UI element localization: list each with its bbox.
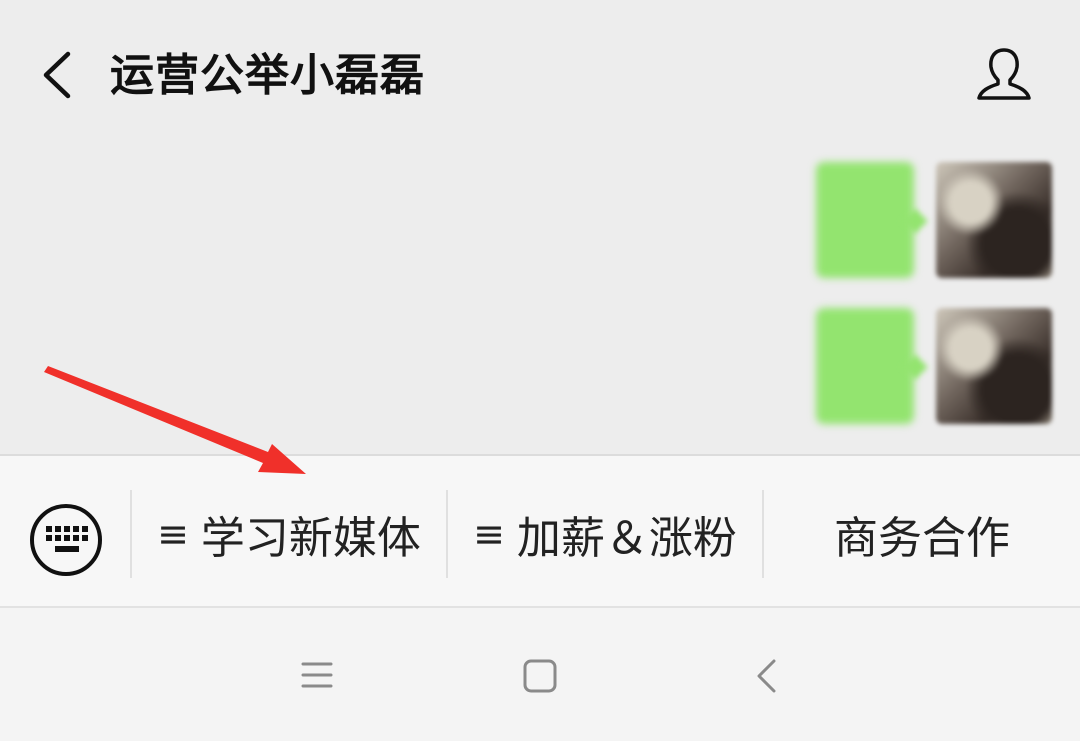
menu-item-label: 商务合作 (834, 513, 1010, 564)
back-chevron-icon[interactable] (754, 658, 780, 694)
avatar[interactable] (936, 308, 1052, 424)
chevron-left-icon[interactable] (38, 50, 74, 100)
chat-title: 运营公举小磊磊 (110, 50, 425, 101)
menu-list-icon: ≡ (473, 512, 505, 556)
home-square-icon[interactable] (522, 658, 558, 694)
official-account-menu-bar: ≡ 学习新媒体 ≡ 加薪＆涨粉 商务合作 (0, 454, 1080, 608)
keyboard-icon[interactable] (28, 502, 104, 578)
menu-item-business[interactable]: 商务合作 (764, 490, 1080, 578)
chat-message-row (0, 308, 1080, 428)
menu-icon[interactable] (300, 658, 334, 692)
menu-item-label: 学习新媒体 (200, 513, 421, 564)
menu-item-label: 加薪＆涨粉 (516, 513, 737, 564)
message-bubble[interactable] (816, 308, 914, 424)
menu-list-icon: ≡ (157, 512, 189, 556)
menu-item-raise-followers[interactable]: ≡ 加薪＆涨粉 (448, 490, 762, 578)
menu-item-learn-new-media[interactable]: ≡ 学习新媒体 (132, 490, 446, 578)
message-bubble[interactable] (816, 162, 914, 278)
chat-header: 运营公举小磊磊 (0, 0, 1080, 150)
chat-message-row (0, 162, 1080, 282)
system-nav-bar (0, 608, 1080, 741)
avatar[interactable] (936, 162, 1052, 278)
chat-area (0, 150, 1080, 454)
user-profile-icon[interactable] (974, 46, 1034, 102)
